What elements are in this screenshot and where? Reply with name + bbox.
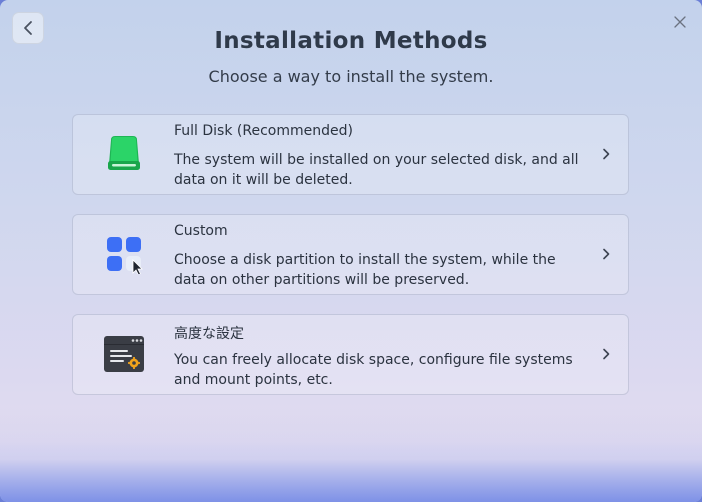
chevron-right-icon	[603, 348, 610, 360]
page-title: Installation Methods	[214, 28, 488, 54]
page-subtitle: Choose a way to install the system.	[208, 67, 494, 86]
option-full-disk[interactable]: Full Disk (Recommended) The system will …	[72, 114, 629, 195]
option-description: You can freely allocate disk space, conf…	[174, 352, 573, 388]
option-title: Custom	[174, 223, 228, 239]
option-custom[interactable]: Custom Choose a disk partition to instal…	[72, 214, 629, 295]
option-description: Choose a disk partition to install the s…	[174, 252, 556, 288]
chevron-right-icon	[603, 248, 610, 260]
advanced-settings-icon	[104, 336, 144, 372]
option-title: Full Disk (Recommended)	[174, 123, 353, 139]
option-description: The system will be installed on your sel…	[174, 152, 579, 188]
background-glow	[0, 407, 702, 502]
custom-partition-icon	[107, 237, 143, 274]
disk-icon	[108, 136, 140, 170]
option-advanced[interactable]: 高度な設定 You can freely allocate disk space…	[72, 314, 629, 395]
close-icon	[674, 16, 686, 28]
chevron-right-icon	[603, 148, 610, 160]
option-title: 高度な設定	[174, 326, 244, 342]
installer-window: Installation Methods Choose a way to ins…	[0, 0, 702, 502]
